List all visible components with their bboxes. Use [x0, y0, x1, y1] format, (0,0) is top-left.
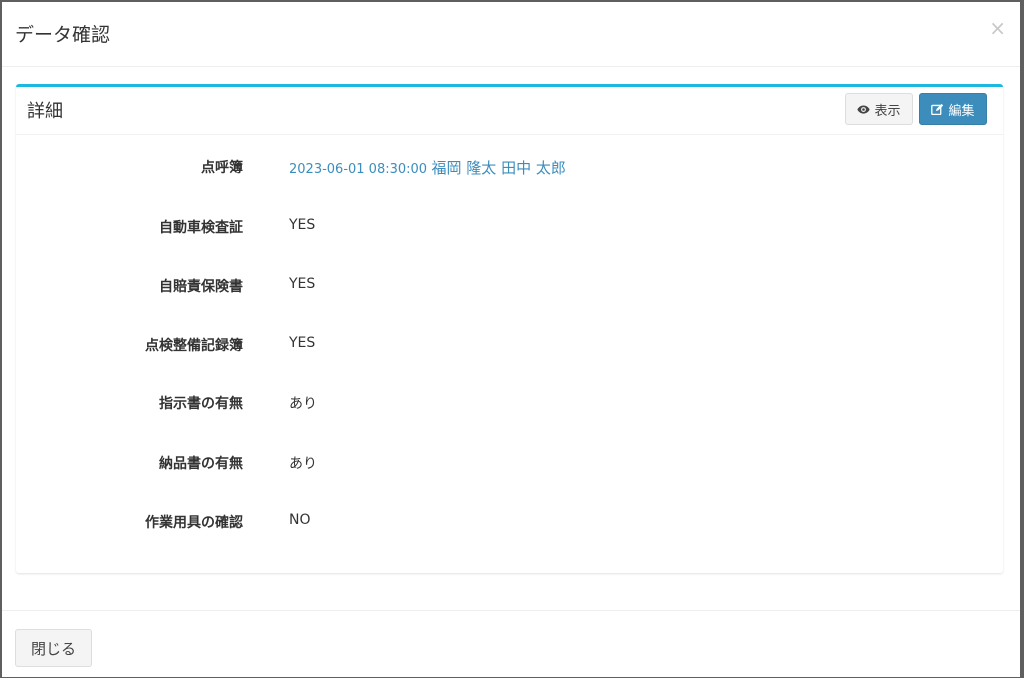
detail-label: 指示書の有無	[159, 396, 243, 412]
detail-value: YES	[289, 276, 316, 292]
edit-button-label: 編集	[948, 103, 975, 119]
view-button[interactable]: 表示	[845, 93, 913, 125]
detail-label: 自動車検査証	[159, 220, 243, 236]
detail-row-roll-call: 点呼簿 2023-06-01 08:30:00 福岡 隆太 田中 太郎	[16, 157, 1003, 179]
detail-row-delivery-note: 納品書の有無 あり	[16, 453, 1003, 475]
detail-value: NO	[289, 512, 311, 528]
edit-icon	[931, 103, 944, 116]
detail-value: YES	[289, 217, 316, 233]
detail-box-header: 詳細 表示 編集	[16, 87, 1003, 135]
detail-row-liability-insurance: 自賠責保険書 YES	[16, 276, 1003, 298]
detail-box: 詳細 表示 編集 点呼簿 2023-06-01 08:30:00 福岡 隆太 田…	[16, 84, 1003, 573]
detail-row-instructions: 指示書の有無 あり	[16, 393, 1003, 415]
detail-label: 点検整備記録簿	[145, 338, 243, 354]
roll-call-link[interactable]: 2023-06-01 08:30:00 福岡 隆太 田中 太郎	[289, 157, 566, 178]
detail-row-work-tools: 作業用具の確認 NO	[16, 512, 1003, 534]
view-button-label: 表示	[874, 103, 901, 119]
detail-label: 自賠責保険書	[159, 279, 243, 295]
detail-label: 作業用具の確認	[145, 515, 243, 531]
close-icon[interactable]: ×	[989, 18, 1006, 38]
detail-box-title: 詳細	[27, 101, 63, 122]
modal-title: データ確認	[15, 24, 111, 46]
eye-icon	[857, 103, 871, 116]
detail-label: 納品書の有無	[159, 456, 243, 472]
modal-header: データ確認 ×	[2, 2, 1020, 67]
roll-call-names: 福岡 隆太 田中 太郎	[431, 159, 566, 177]
edit-button[interactable]: 編集	[919, 93, 987, 125]
detail-label: 点呼簿	[201, 160, 243, 176]
detail-row-vehicle-inspection: 自動車検査証 YES	[16, 217, 1003, 239]
close-button[interactable]: 閉じる	[15, 629, 92, 667]
roll-call-datetime: 2023-06-01 08:30:00	[289, 162, 428, 177]
modal-footer: 閉じる	[2, 610, 1020, 678]
detail-row-maintenance-record: 点検整備記録簿 YES	[16, 335, 1003, 357]
detail-value: あり	[289, 456, 317, 472]
data-confirm-modal: データ確認 × 詳細 表示 編集 点呼簿 2023-06-01 08:30:00…	[2, 2, 1020, 677]
detail-value: あり	[289, 396, 317, 412]
detail-value: YES	[289, 335, 316, 351]
